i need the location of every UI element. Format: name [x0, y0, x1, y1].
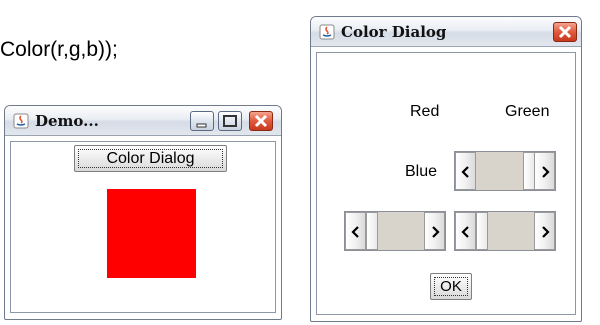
close-icon	[254, 114, 268, 128]
minimize-icon	[196, 123, 207, 128]
green-scrollbar[interactable]	[454, 211, 556, 251]
ok-button[interactable]: OK	[430, 273, 472, 300]
right-arrow-icon	[542, 166, 550, 178]
scroll-left-button[interactable]	[455, 212, 476, 250]
scroll-thumb[interactable]	[476, 212, 488, 250]
code-snippet: Color(r,g,b));	[0, 38, 118, 61]
scroll-thumb[interactable]	[366, 212, 378, 250]
maximize-icon	[223, 115, 237, 127]
dialog-content: Red Green Blue OK	[316, 52, 576, 315]
left-arrow-icon	[351, 226, 359, 238]
left-arrow-icon	[461, 166, 469, 178]
demo-window-title: Demo...	[35, 112, 99, 130]
scroll-left-button[interactable]	[455, 152, 476, 190]
red-scrollbar[interactable]	[344, 211, 446, 251]
color-swatch	[107, 189, 196, 278]
right-arrow-icon	[432, 226, 440, 238]
close-button[interactable]	[553, 22, 577, 42]
blue-label: Blue	[405, 163, 438, 180]
scroll-right-button[interactable]	[534, 152, 555, 190]
close-button[interactable]	[249, 111, 273, 131]
close-icon	[558, 25, 572, 39]
demo-window: Demo... Color Dialog	[4, 105, 282, 320]
demo-titlebar[interactable]: Demo...	[5, 106, 281, 136]
focus-ring	[434, 277, 468, 296]
java-icon	[13, 113, 29, 129]
scroll-right-button[interactable]	[424, 212, 445, 250]
green-label: Green	[505, 103, 550, 120]
red-label: Red	[410, 103, 440, 120]
minimize-button[interactable]	[190, 111, 214, 131]
left-arrow-icon	[461, 226, 469, 238]
dialog-title: Color Dialog	[341, 23, 447, 41]
color-dialog-button[interactable]: Color Dialog	[74, 145, 227, 172]
color-dialog-window: Color Dialog Red Green Blue OK	[310, 16, 582, 322]
scroll-right-button[interactable]	[534, 212, 555, 250]
maximize-button[interactable]	[218, 111, 242, 131]
dialog-titlebar[interactable]: Color Dialog	[311, 17, 581, 47]
focus-ring	[78, 149, 223, 168]
right-arrow-icon	[542, 226, 550, 238]
scroll-left-button[interactable]	[345, 212, 366, 250]
java-icon	[319, 24, 335, 40]
blue-scrollbar[interactable]	[454, 151, 556, 191]
demo-content: Color Dialog	[10, 141, 276, 313]
